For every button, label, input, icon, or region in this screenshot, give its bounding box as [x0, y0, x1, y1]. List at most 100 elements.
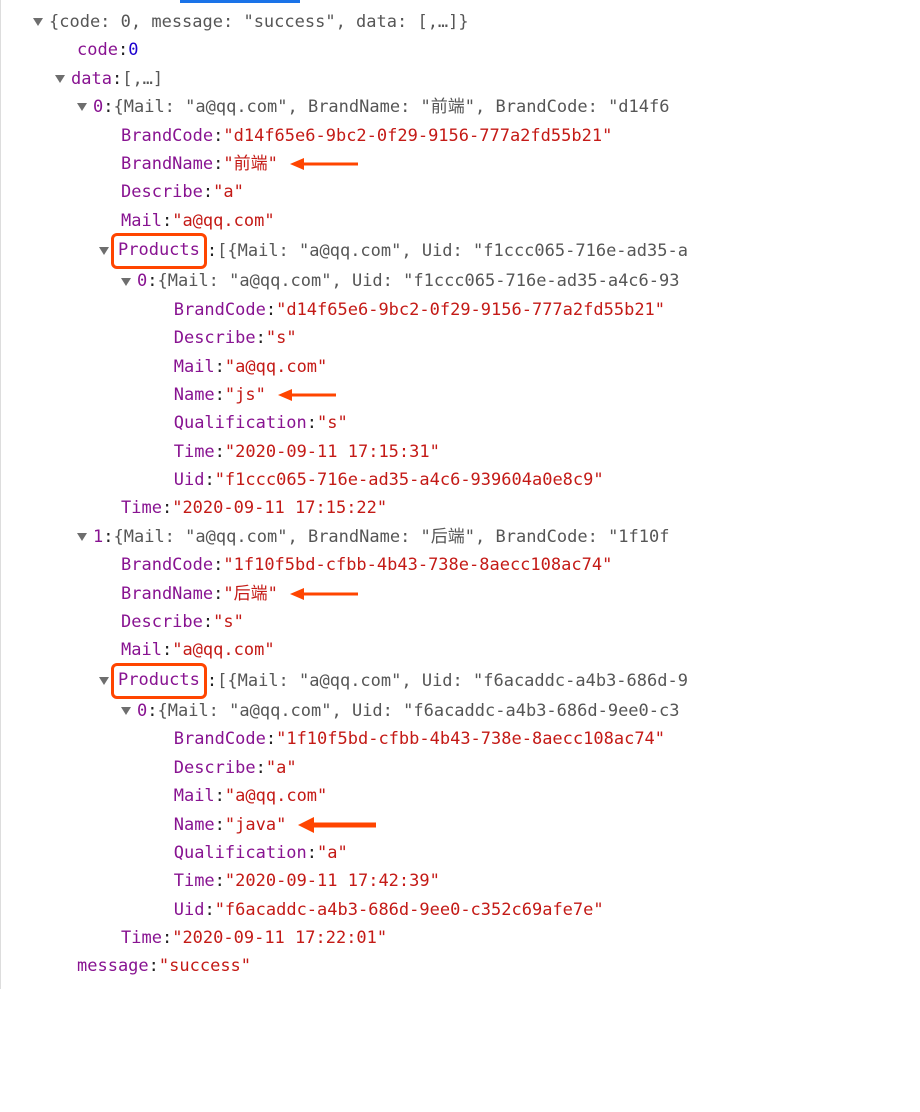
- p1-mail[interactable]: Mail: "a@qq.com": [11, 782, 920, 810]
- json-root[interactable]: {code: 0, message: "success", data: [,…]…: [11, 8, 920, 36]
- val-mail: "a@qq.com": [172, 207, 274, 235]
- p0-describe[interactable]: Describe: "s": [11, 324, 920, 352]
- key-products: Products: [118, 240, 200, 260]
- chevron-down-icon[interactable]: [77, 533, 87, 541]
- key: Mail: [174, 782, 215, 810]
- prop-products-0[interactable]: Products: [{Mail: "a@qq.com", Uid: "f1cc…: [11, 235, 920, 267]
- val: "2020-09-11 17:42:39": [225, 867, 440, 895]
- p1-uid[interactable]: Uid: "f6acaddc-a4b3-686d-9ee0-c352c69afe…: [11, 896, 920, 924]
- val-code: 0: [128, 36, 138, 64]
- val: "f1ccc065-716e-ad35-a4c6-939604a0e8c9": [215, 466, 604, 494]
- key-mail: Mail: [121, 207, 162, 235]
- p0-mail[interactable]: Mail: "a@qq.com": [11, 353, 920, 381]
- val: "s": [213, 608, 244, 636]
- val: "1f10f5bd-cfbb-4b43-738e-8aecc108ac74": [276, 725, 665, 753]
- annotation-arrow-icon: [278, 386, 338, 404]
- p0-qualification[interactable]: Qualification: "s": [11, 409, 920, 437]
- annotation-arrow-icon: [290, 585, 360, 603]
- p1-describe[interactable]: Describe: "a": [11, 754, 920, 782]
- preview: {Mail: "a@qq.com", Uid: "f6acaddc-a4b3-6…: [158, 697, 680, 725]
- key-p0: 0: [137, 267, 147, 295]
- key: 0: [137, 697, 147, 725]
- key-brandname: BrandName: [121, 150, 213, 178]
- val: "后端": [223, 580, 277, 608]
- key: Mail: [121, 636, 162, 664]
- val: "js": [225, 381, 266, 409]
- p0-preview: {Mail: "a@qq.com", Uid: "f1ccc065-716e-a…: [158, 267, 680, 295]
- prop-message[interactable]: message: "success": [11, 952, 920, 980]
- prop-brandcode-1[interactable]: BrandCode: "1f10f5bd-cfbb-4b43-738e-8aec…: [11, 551, 920, 579]
- key-1: 1: [93, 523, 103, 551]
- chevron-down-icon[interactable]: [55, 75, 65, 83]
- val: "d14f65e6-9bc2-0f29-9156-777a2fd55b21": [276, 296, 665, 324]
- val: "a@qq.com": [225, 782, 327, 810]
- val: "1f10f5bd-cfbb-4b43-738e-8aecc108ac74": [223, 551, 612, 579]
- prop-mail-1[interactable]: Mail: "a@qq.com": [11, 636, 920, 664]
- p1-brandcode[interactable]: BrandCode: "1f10f5bd-cfbb-4b43-738e-8aec…: [11, 725, 920, 753]
- item0-preview: {Mail: "a@qq.com", BrandName: "前端", Bran…: [114, 93, 670, 121]
- key-code: code: [77, 36, 118, 64]
- prop-describe-0[interactable]: Describe: "a": [11, 178, 920, 206]
- products0-item-0[interactable]: 0: {Mail: "a@qq.com", Uid: "f1ccc065-716…: [11, 267, 920, 295]
- key-message: message: [77, 952, 149, 980]
- val-describe: "a": [213, 178, 244, 206]
- val: "s": [266, 324, 297, 352]
- val: "a@qq.com": [225, 353, 327, 381]
- key: Name: [174, 381, 215, 409]
- key-time: Time: [121, 494, 162, 522]
- products-preview: [{Mail: "a@qq.com", Uid: "f1ccc065-716e-…: [217, 237, 688, 265]
- key: BrandCode: [174, 296, 266, 324]
- key: BrandName: [121, 580, 213, 608]
- chevron-down-icon[interactable]: [99, 247, 109, 255]
- annotation-arrow-icon: [290, 155, 360, 173]
- annotation-highlight-box: Products: [111, 233, 207, 269]
- val: "a": [317, 839, 348, 867]
- key: Uid: [174, 896, 205, 924]
- prop-time-0[interactable]: Time: "2020-09-11 17:15:22": [11, 494, 920, 522]
- active-tab-indicator: [180, 0, 300, 3]
- chevron-down-icon[interactable]: [99, 677, 109, 685]
- val: "a": [266, 754, 297, 782]
- key: BrandCode: [174, 725, 266, 753]
- p0-brandcode[interactable]: BrandCode: "d14f65e6-9bc2-0f29-9156-777a…: [11, 296, 920, 324]
- products-preview: [{Mail: "a@qq.com", Uid: "f6acaddc-a4b3-…: [217, 667, 688, 695]
- val: "f6acaddc-a4b3-686d-9ee0-c352c69afe7e": [215, 896, 604, 924]
- prop-products-1[interactable]: Products: [{Mail: "a@qq.com", Uid: "f6ac…: [11, 665, 920, 697]
- p1-name[interactable]: Name: "java": [11, 811, 920, 839]
- key-data: data: [71, 65, 112, 93]
- prop-brandname-0[interactable]: BrandName: "前端": [11, 150, 920, 178]
- prop-data[interactable]: data: [,…]: [11, 65, 920, 93]
- val-brandcode: "d14f65e6-9bc2-0f29-9156-777a2fd55b21": [223, 122, 612, 150]
- p1-qualification[interactable]: Qualification: "a": [11, 839, 920, 867]
- array-item-0[interactable]: 0: {Mail: "a@qq.com", BrandName: "前端", B…: [11, 93, 920, 121]
- key-0: 0: [93, 93, 103, 121]
- array-item-1[interactable]: 1: {Mail: "a@qq.com", BrandName: "后端", B…: [11, 523, 920, 551]
- val: "s": [317, 409, 348, 437]
- prop-brandname-1[interactable]: BrandName: "后端": [11, 580, 920, 608]
- val-data-preview: [,…]: [122, 65, 163, 93]
- key-products: Products: [118, 670, 200, 690]
- p0-time[interactable]: Time: "2020-09-11 17:15:31": [11, 438, 920, 466]
- p0-name[interactable]: Name: "js": [11, 381, 920, 409]
- prop-mail-0[interactable]: Mail: "a@qq.com": [11, 207, 920, 235]
- prop-brandcode-0[interactable]: BrandCode: "d14f65e6-9bc2-0f29-9156-777a…: [11, 122, 920, 150]
- key: Uid: [174, 466, 205, 494]
- annotation-arrow-icon: [298, 815, 378, 835]
- p1-time[interactable]: Time: "2020-09-11 17:42:39": [11, 867, 920, 895]
- prop-describe-1[interactable]: Describe: "s": [11, 608, 920, 636]
- key: Time: [174, 867, 215, 895]
- val-brandname: "前端": [223, 150, 277, 178]
- key: Name: [174, 811, 215, 839]
- prop-time-1[interactable]: Time: "2020-09-11 17:22:01": [11, 924, 920, 952]
- chevron-down-icon[interactable]: [33, 18, 43, 26]
- val: "java": [225, 811, 286, 839]
- chevron-down-icon[interactable]: [121, 707, 131, 715]
- products1-item-0[interactable]: 0: {Mail: "a@qq.com", Uid: "f6acaddc-a4b…: [11, 697, 920, 725]
- root-preview: {code: 0, message: "success", data: [,…]…: [49, 8, 469, 36]
- p0-uid[interactable]: Uid: "f1ccc065-716e-ad35-a4c6-939604a0e8…: [11, 466, 920, 494]
- chevron-down-icon[interactable]: [121, 278, 131, 286]
- prop-code[interactable]: code: 0: [11, 36, 920, 64]
- key: Qualification: [174, 409, 307, 437]
- chevron-down-icon[interactable]: [77, 103, 87, 111]
- key: Describe: [121, 608, 203, 636]
